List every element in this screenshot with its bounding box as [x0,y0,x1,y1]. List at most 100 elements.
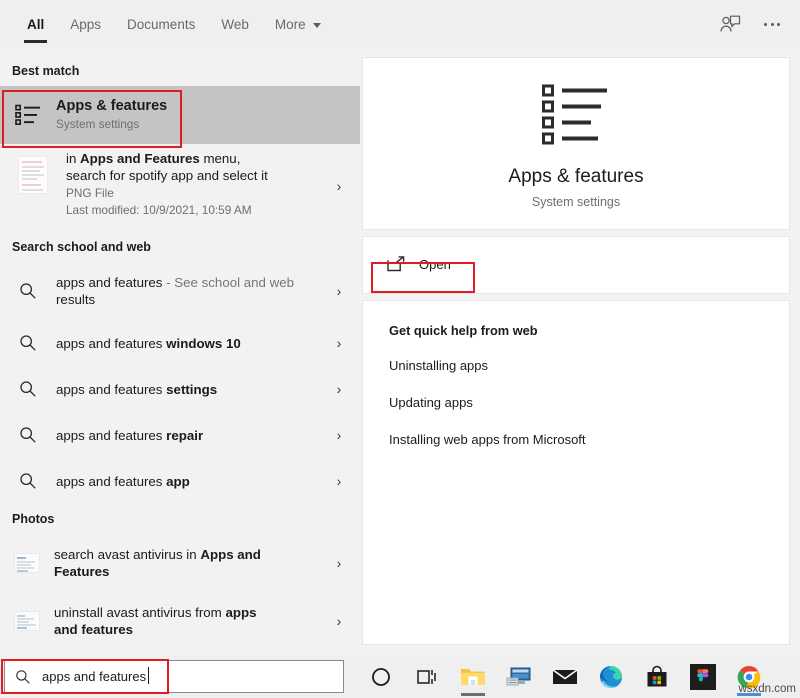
file-explorer-icon [460,666,486,688]
chevron-right-icon[interactable]: › [328,427,350,443]
photo-1-pre: uninstall avast antivirus from [54,605,225,620]
web-search-heading: Search school and web [0,230,360,262]
preview-title: Apps & features [373,166,779,188]
task-view-button[interactable] [404,655,450,698]
ellipsis-icon [764,23,780,26]
result-web-1[interactable]: apps and features windows 10 › [0,320,360,366]
figma-button[interactable] [680,655,726,698]
web-4-query: apps and features [56,474,166,489]
result-png-file[interactable]: in Apps and Features menu, search for sp… [0,144,360,230]
remote-desktop-button[interactable] [496,655,542,698]
chevron-right-icon[interactable]: › [328,613,350,629]
web-0-line2: results [56,291,328,308]
preview-subtitle: System settings [373,195,779,209]
help-link-uninstalling-apps[interactable]: Uninstalling apps [389,358,789,373]
taskbar-search-input[interactable]: apps and features [4,660,344,693]
photo-1-line2: and features [54,621,328,638]
png-file-title-line1: in Apps and Features menu, [66,150,328,167]
photo-thumbnail-icon [12,605,42,637]
web-4-line1: apps and features app [56,473,328,490]
mail-envelope-icon [552,667,578,687]
tab-web[interactable]: Web [208,0,262,48]
tabbar-actions [710,0,792,48]
preview-actions-card: Open [362,236,790,294]
web-2-text: apps and features settings [56,381,328,398]
photo-1-bold: apps [225,605,256,620]
png-file-modified: Last modified: 10/9/2021, 10:59 AM [66,202,328,218]
photo-0-text: search avast antivirus in Apps and Featu… [54,546,328,580]
web-2-bold: settings [166,382,217,397]
web-4-text: apps and features app [56,473,328,490]
web-3-text: apps and features repair [56,427,328,444]
chevron-right-icon[interactable]: › [328,335,350,351]
search-icon [12,327,44,359]
search-icon [12,373,44,405]
search-flyout: All Apps Documents Web More [0,0,800,655]
chevron-right-icon[interactable]: › [328,283,350,299]
chevron-down-icon [313,23,321,28]
taskbar-search-value: apps and features [42,669,146,684]
chevron-right-icon[interactable]: › [328,473,350,489]
web-3-bold: repair [166,428,203,443]
result-web-4[interactable]: apps and features app › [0,458,360,504]
figma-icon [690,664,716,690]
chevron-right-icon[interactable]: › [328,381,350,397]
result-photo-1[interactable]: uninstall avast antivirus from apps and … [0,592,360,650]
edge-button[interactable] [588,655,634,698]
photos-heading: Photos [0,504,360,534]
tab-all-label: All [27,17,44,32]
web-0-line1: apps and features - See school and web [56,274,328,291]
chevron-right-icon[interactable]: › [328,178,350,194]
tab-apps[interactable]: Apps [57,0,114,48]
result-photo-0[interactable]: search avast antivirus in Apps and Featu… [0,534,360,592]
cortana-button[interactable] [358,655,404,698]
result-web-3[interactable]: apps and features repair › [0,412,360,458]
document-thumbnail-icon [12,154,54,196]
more-options-button[interactable] [752,4,792,44]
web-4-bold: app [166,474,190,489]
preview-panel: Apps & features System settings Open [360,48,800,655]
tab-documents[interactable]: Documents [114,0,208,48]
file-explorer-button[interactable] [450,655,496,698]
results-list-panel: Best match Apps & fe [0,48,360,655]
feedback-button[interactable] [710,4,750,44]
photo-0-bold: Apps and [200,547,261,562]
web-0-suffix: - See school and web [162,275,294,290]
photo-0-line2: Features [54,563,328,580]
result-web-0[interactable]: apps and features - See school and web r… [0,262,360,320]
png-file-title-line2: search for spotify app and select it [66,167,328,184]
edge-browser-icon [599,665,623,689]
help-link-updating-apps[interactable]: Updating apps [389,395,789,410]
result-best-match-apps-features[interactable]: Apps & features System settings [0,86,360,144]
search-filter-tabbar: All Apps Documents Web More [0,0,800,48]
search-icon [15,669,31,685]
web-1-line1: apps and features windows 10 [56,335,328,352]
search-icon [12,275,44,307]
web-2-line1: apps and features settings [56,381,328,398]
open-button-label: Open [419,257,451,272]
web-1-bold: windows 10 [166,336,241,351]
png-title-bold: Apps and Features [80,151,200,166]
tab-all[interactable]: All [14,0,57,48]
remote-desktop-icon [506,666,532,688]
help-link-installing-web-apps[interactable]: Installing web apps from Microsoft [389,432,789,447]
web-3-line1: apps and features repair [56,427,328,444]
taskbar-buttons [358,655,772,698]
web-0-query: apps and features [56,275,162,290]
task-view-icon [416,667,438,687]
web-0-text: apps and features - See school and web r… [56,274,328,308]
open-button[interactable]: Open [375,247,475,281]
tab-more[interactable]: More [262,0,334,48]
windows-search-screen: All Apps Documents Web More [0,0,800,698]
feedback-person-icon [719,13,741,35]
mail-button[interactable] [542,655,588,698]
apps-list-icon [12,99,44,131]
microsoft-store-button[interactable] [634,655,680,698]
chevron-right-icon[interactable]: › [328,555,350,571]
web-1-text: apps and features windows 10 [56,335,328,352]
preview-hero-card: Apps & features System settings [362,57,790,230]
best-match-title: Apps & features [56,98,350,115]
quick-help-heading: Get quick help from web [389,323,789,338]
result-web-2[interactable]: apps and features settings › [0,366,360,412]
web-1-query: apps and features [56,336,166,351]
